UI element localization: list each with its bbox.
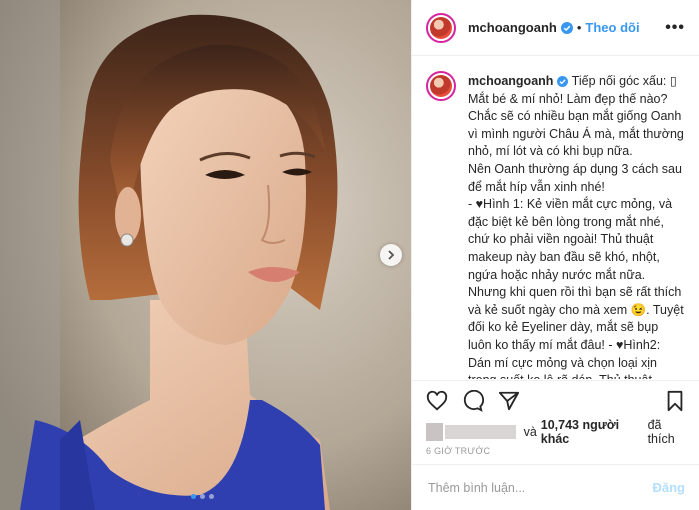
more-options-button[interactable]: ••• [665, 19, 685, 37]
separator-dot: • [576, 20, 582, 35]
likes-summary: và 10,743 người khác đã thích [426, 418, 689, 446]
verified-badge-icon [557, 76, 569, 88]
carousel-dot-active [191, 494, 196, 499]
carousel-next-button[interactable] [380, 244, 402, 266]
likes-suffix: đã thích [647, 418, 675, 446]
post-comment-button[interactable]: Đăng [653, 480, 686, 495]
caption-username[interactable]: mchoangoanh [468, 74, 553, 88]
save-button[interactable] [665, 390, 685, 412]
portrait-image [0, 0, 411, 510]
post-header: mchoangoanh • Theo dõi ••• [412, 0, 699, 56]
follow-button[interactable]: Theo dõi [585, 20, 639, 35]
likes-count-link[interactable]: 10,743 người khác [541, 418, 644, 446]
carousel-dot [200, 494, 205, 499]
verified-badge-icon [560, 21, 573, 34]
caption-body: Tiếp nối góc xấu: ▯ Mắt bé & mí nhỏ! Làm… [468, 74, 684, 379]
comment-input[interactable] [426, 479, 653, 496]
caption-avatar[interactable] [426, 71, 456, 101]
comment-button[interactable] [462, 389, 484, 412]
share-icon [498, 391, 520, 410]
comments-section[interactable]: mchoangoanh Tiếp nối góc xấu: ▯ Mắt bé &… [412, 57, 699, 379]
avatar[interactable] [426, 12, 456, 43]
comment-composer: Đăng [412, 464, 699, 510]
carousel-indicator [191, 494, 214, 499]
like-button[interactable] [426, 390, 448, 412]
comment-icon [463, 389, 484, 412]
action-bar [412, 380, 699, 420]
caption-text: mchoangoanh Tiếp nối góc xấu: ▯ Mắt bé &… [468, 73, 685, 379]
heart-icon [426, 390, 448, 410]
share-button[interactable] [498, 390, 520, 412]
liker-name-redacted[interactable] [444, 425, 516, 439]
likes-and-text: và [523, 425, 537, 439]
carousel-dot [209, 494, 214, 499]
bookmark-icon [667, 390, 683, 411]
post-photo[interactable] [0, 0, 411, 510]
post-side-panel: mchoangoanh • Theo dõi ••• mchoangoanh T… [411, 0, 699, 510]
username-link[interactable]: mchoangoanh [468, 20, 557, 35]
caption: mchoangoanh Tiếp nối góc xấu: ▯ Mắt bé &… [426, 71, 685, 379]
post-timestamp[interactable]: 6 GIỜ TRƯỚC [426, 446, 490, 456]
chevron-right-icon [388, 250, 395, 260]
liker-avatar[interactable] [426, 423, 443, 441]
